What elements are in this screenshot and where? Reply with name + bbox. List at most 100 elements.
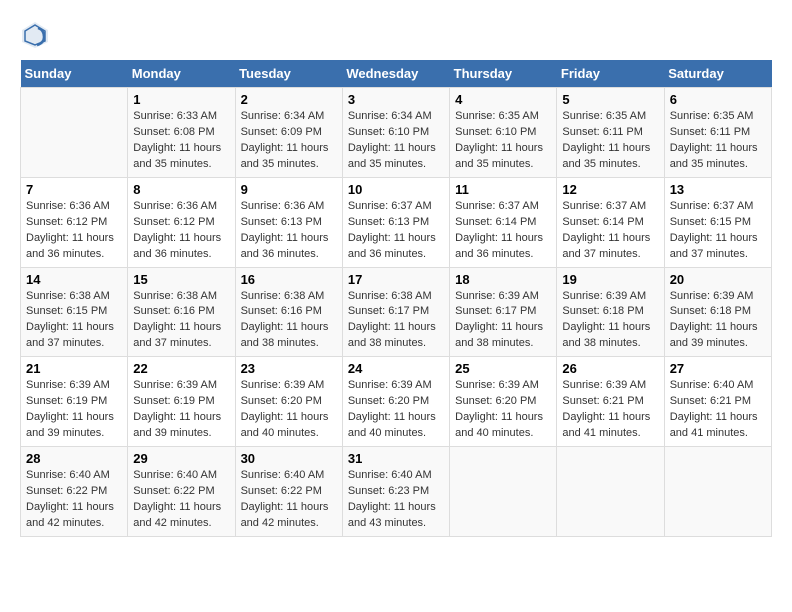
calendar-cell: 2 Sunrise: 6:34 AM Sunset: 6:09 PM Daylig…	[235, 88, 342, 178]
day-number: 17	[348, 272, 444, 287]
day-number: 3	[348, 92, 444, 107]
day-info: Sunrise: 6:39 AM Sunset: 6:20 PM Dayligh…	[348, 378, 444, 442]
calendar-cell: 30Sunrise: 6:40 AM Sunset: 6:22 PM Dayli…	[235, 447, 342, 537]
day-header-wednesday: Wednesday	[342, 60, 449, 88]
calendar-cell: 5 Sunrise: 6:35 AM Sunset: 6:11 PM Daylig…	[557, 88, 664, 178]
day-info: Sunrise: 6:40 AM Sunset: 6:23 PM Dayligh…	[348, 468, 444, 532]
day-header-saturday: Saturday	[664, 60, 771, 88]
day-info: Sunrise: 6:40 AM Sunset: 6:21 PM Dayligh…	[670, 378, 766, 442]
day-number: 15	[133, 272, 229, 287]
day-number: 10	[348, 182, 444, 197]
calendar-cell: 18 Sunrise: 6:39 AM Sunset: 6:17 PM Dayli…	[450, 267, 557, 357]
page-header	[20, 20, 772, 50]
day-number: 22	[133, 361, 229, 376]
logo-icon	[20, 20, 50, 50]
day-info: Sunrise: 6:38 AM Sunset: 6:16 PM Dayligh…	[133, 289, 229, 353]
day-info: Sunrise: 6:39 AM Sunset: 6:21 PM Dayligh…	[562, 378, 658, 442]
calendar-cell: 20Sunrise: 6:39 AM Sunset: 6:18 PM Dayli…	[664, 267, 771, 357]
calendar-cell: 24 Sunrise: 6:39 AM Sunset: 6:20 PM Dayli…	[342, 357, 449, 447]
day-info: Sunrise: 6:33 AM Sunset: 6:08 PM Dayligh…	[133, 109, 229, 173]
day-number: 7	[26, 182, 122, 197]
calendar-cell: 10 Sunrise: 6:37 AM Sunset: 6:13 PM Dayli…	[342, 177, 449, 267]
calendar-header: SundayMondayTuesdayWednesdayThursdayFrid…	[21, 60, 772, 88]
day-number: 25	[455, 361, 551, 376]
calendar-cell	[557, 447, 664, 537]
day-info: Sunrise: 6:39 AM Sunset: 6:18 PM Dayligh…	[562, 289, 658, 353]
day-info: Sunrise: 6:39 AM Sunset: 6:17 PM Dayligh…	[455, 289, 551, 353]
day-number: 19	[562, 272, 658, 287]
day-info: Sunrise: 6:38 AM Sunset: 6:17 PM Dayligh…	[348, 289, 444, 353]
day-info: Sunrise: 6:36 AM Sunset: 6:12 PM Dayligh…	[133, 199, 229, 263]
calendar-cell: 8 Sunrise: 6:36 AM Sunset: 6:12 PM Daylig…	[128, 177, 235, 267]
calendar-cell: 27 Sunrise: 6:40 AM Sunset: 6:21 PM Dayli…	[664, 357, 771, 447]
day-number: 12	[562, 182, 658, 197]
day-number: 18	[455, 272, 551, 287]
calendar-cell	[450, 447, 557, 537]
calendar-cell: 14 Sunrise: 6:38 AM Sunset: 6:15 PM Dayli…	[21, 267, 128, 357]
day-number: 26	[562, 361, 658, 376]
calendar-cell: 19 Sunrise: 6:39 AM Sunset: 6:18 PM Dayli…	[557, 267, 664, 357]
calendar-table: SundayMondayTuesdayWednesdayThursdayFrid…	[20, 60, 772, 537]
day-number: 2	[241, 92, 337, 107]
calendar-body: 1 Sunrise: 6:33 AM Sunset: 6:08 PM Daylig…	[21, 88, 772, 537]
day-number: 11	[455, 182, 551, 197]
day-number: 30	[241, 451, 337, 466]
calendar-cell: 4Sunrise: 6:35 AM Sunset: 6:10 PM Daylig…	[450, 88, 557, 178]
day-info: Sunrise: 6:39 AM Sunset: 6:19 PM Dayligh…	[26, 378, 122, 442]
calendar-week-4: 21 Sunrise: 6:39 AM Sunset: 6:19 PM Dayli…	[21, 357, 772, 447]
day-number: 21	[26, 361, 122, 376]
calendar-cell: 9Sunrise: 6:36 AM Sunset: 6:13 PM Daylig…	[235, 177, 342, 267]
calendar-cell: 17 Sunrise: 6:38 AM Sunset: 6:17 PM Dayli…	[342, 267, 449, 357]
day-info: Sunrise: 6:39 AM Sunset: 6:19 PM Dayligh…	[133, 378, 229, 442]
calendar-cell: 29 Sunrise: 6:40 AM Sunset: 6:22 PM Dayli…	[128, 447, 235, 537]
day-header-sunday: Sunday	[21, 60, 128, 88]
calendar-week-5: 28 Sunrise: 6:40 AM Sunset: 6:22 PM Dayli…	[21, 447, 772, 537]
day-info: Sunrise: 6:35 AM Sunset: 6:11 PM Dayligh…	[562, 109, 658, 173]
day-number: 6	[670, 92, 766, 107]
calendar-week-2: 7 Sunrise: 6:36 AM Sunset: 6:12 PM Daylig…	[21, 177, 772, 267]
day-info: Sunrise: 6:34 AM Sunset: 6:09 PM Dayligh…	[241, 109, 337, 173]
calendar-cell: 11 Sunrise: 6:37 AM Sunset: 6:14 PM Dayli…	[450, 177, 557, 267]
day-number: 29	[133, 451, 229, 466]
calendar-cell: 28 Sunrise: 6:40 AM Sunset: 6:22 PM Dayli…	[21, 447, 128, 537]
calendar-cell: 6Sunrise: 6:35 AM Sunset: 6:11 PM Daylig…	[664, 88, 771, 178]
day-info: Sunrise: 6:37 AM Sunset: 6:14 PM Dayligh…	[455, 199, 551, 263]
day-info: Sunrise: 6:37 AM Sunset: 6:13 PM Dayligh…	[348, 199, 444, 263]
day-info: Sunrise: 6:38 AM Sunset: 6:15 PM Dayligh…	[26, 289, 122, 353]
day-info: Sunrise: 6:39 AM Sunset: 6:18 PM Dayligh…	[670, 289, 766, 353]
day-number: 23	[241, 361, 337, 376]
day-number: 1	[133, 92, 229, 107]
day-info: Sunrise: 6:39 AM Sunset: 6:20 PM Dayligh…	[241, 378, 337, 442]
calendar-cell: 31 Sunrise: 6:40 AM Sunset: 6:23 PM Dayli…	[342, 447, 449, 537]
header-row: SundayMondayTuesdayWednesdayThursdayFrid…	[21, 60, 772, 88]
day-info: Sunrise: 6:38 AM Sunset: 6:16 PM Dayligh…	[241, 289, 337, 353]
day-info: Sunrise: 6:37 AM Sunset: 6:14 PM Dayligh…	[562, 199, 658, 263]
day-number: 28	[26, 451, 122, 466]
day-info: Sunrise: 6:40 AM Sunset: 6:22 PM Dayligh…	[26, 468, 122, 532]
day-number: 31	[348, 451, 444, 466]
calendar-cell: 7 Sunrise: 6:36 AM Sunset: 6:12 PM Daylig…	[21, 177, 128, 267]
calendar-cell: 25Sunrise: 6:39 AM Sunset: 6:20 PM Dayli…	[450, 357, 557, 447]
calendar-cell: 15 Sunrise: 6:38 AM Sunset: 6:16 PM Dayli…	[128, 267, 235, 357]
logo	[20, 20, 54, 50]
calendar-week-1: 1 Sunrise: 6:33 AM Sunset: 6:08 PM Daylig…	[21, 88, 772, 178]
day-number: 27	[670, 361, 766, 376]
day-info: Sunrise: 6:36 AM Sunset: 6:13 PM Dayligh…	[241, 199, 337, 263]
calendar-cell: 1 Sunrise: 6:33 AM Sunset: 6:08 PM Daylig…	[128, 88, 235, 178]
day-header-thursday: Thursday	[450, 60, 557, 88]
day-info: Sunrise: 6:40 AM Sunset: 6:22 PM Dayligh…	[133, 468, 229, 532]
calendar-cell: 23 Sunrise: 6:39 AM Sunset: 6:20 PM Dayli…	[235, 357, 342, 447]
day-header-friday: Friday	[557, 60, 664, 88]
day-number: 8	[133, 182, 229, 197]
calendar-cell: 16Sunrise: 6:38 AM Sunset: 6:16 PM Dayli…	[235, 267, 342, 357]
day-number: 5	[562, 92, 658, 107]
day-number: 24	[348, 361, 444, 376]
day-info: Sunrise: 6:35 AM Sunset: 6:10 PM Dayligh…	[455, 109, 551, 173]
calendar-cell: 13Sunrise: 6:37 AM Sunset: 6:15 PM Dayli…	[664, 177, 771, 267]
calendar-cell: 21 Sunrise: 6:39 AM Sunset: 6:19 PM Dayli…	[21, 357, 128, 447]
calendar-week-3: 14 Sunrise: 6:38 AM Sunset: 6:15 PM Dayli…	[21, 267, 772, 357]
day-info: Sunrise: 6:36 AM Sunset: 6:12 PM Dayligh…	[26, 199, 122, 263]
day-info: Sunrise: 6:34 AM Sunset: 6:10 PM Dayligh…	[348, 109, 444, 173]
calendar-cell	[664, 447, 771, 537]
day-number: 14	[26, 272, 122, 287]
